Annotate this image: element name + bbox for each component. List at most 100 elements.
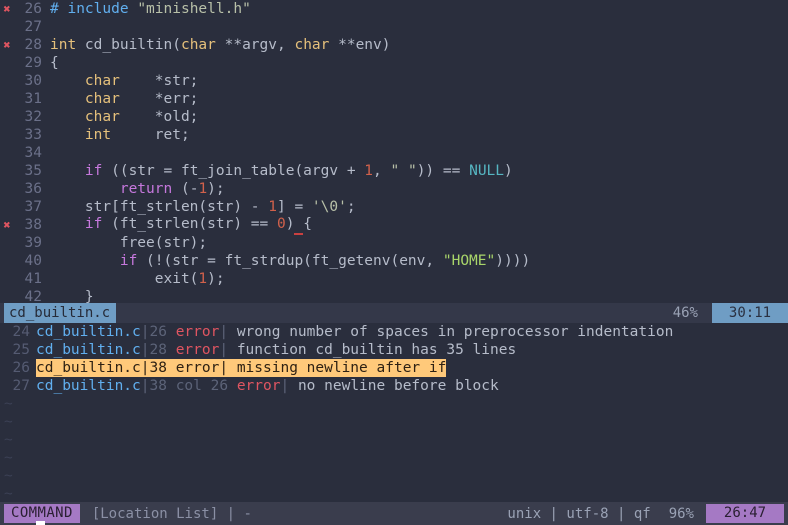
code-text: } [50, 288, 94, 303]
entry-separator-2: | [280, 378, 290, 394]
editor-pane[interactable]: ✖ 26 # include "minishell.h" 27 ✖ 28 int cd_bu… [0, 0, 788, 303]
line-number: 41 [24, 271, 42, 287]
code-token: ); [207, 271, 225, 287]
code-line[interactable]: 36 return (-1); [0, 180, 788, 198]
entry-separator-2: | [219, 360, 229, 376]
entry-separator: | [140, 324, 150, 340]
code-line[interactable]: 31 char *err; [0, 90, 788, 108]
entry-line-number: 28 [149, 342, 167, 358]
code-line[interactable]: 33 int ret; [0, 126, 788, 144]
code-token: ; [346, 199, 356, 215]
empty-line-marker: ~ [4, 396, 13, 412]
entry-line-number: 26 [149, 324, 167, 340]
location-list-item[interactable]: 26 cd_builtin.c|38 error| missing newline… [0, 359, 788, 377]
code-text: # include "minishell.h" [50, 0, 251, 18]
code-line[interactable]: 32 char *old; [0, 108, 788, 126]
error-sign-icon[interactable]: ✖ [0, 216, 14, 234]
location-list-entry-body: cd_builtin.c|38 col 26 error| no newline… [36, 377, 499, 395]
editor-status-line: cd_builtin.c 46% 30:11 [0, 303, 788, 323]
code-token: ) [285, 216, 295, 232]
entry-severity: error [166, 360, 220, 376]
code-text: char *str; [50, 72, 199, 90]
location-list-entry-body: cd_builtin.c|38 error| missing newline a… [36, 359, 447, 377]
entry-severity: error [228, 378, 281, 394]
code-line[interactable]: ✖ 26 # include "minishell.h" [0, 0, 788, 18]
entry-severity: error [166, 324, 220, 340]
entry-col-number: 26 [210, 378, 229, 394]
entry-filename: cd_builtin.c [36, 378, 141, 394]
line-number: 29 [24, 55, 42, 71]
code-token: return [119, 181, 173, 197]
line-number: 36 [24, 181, 42, 197]
code-token: "HOME" [442, 253, 496, 269]
code-token: if [84, 216, 103, 232]
code-token: **env) [329, 37, 391, 53]
code-line[interactable]: 34 [0, 144, 788, 162]
location-list-item[interactable]: 27 cd_builtin.c|38 col 26 error| no newli… [0, 377, 788, 395]
line-number: 39 [24, 235, 42, 251]
code-token: { [303, 216, 312, 232]
bottom-status-bar: COMMAND [Location List] | - unix | utf-8… [0, 502, 788, 525]
entry-message: no newline before block [289, 378, 499, 394]
empty-line-marker: ~ [4, 468, 13, 484]
code-token: "minishell.h" [137, 1, 251, 17]
code-text: int ret; [50, 126, 190, 144]
location-list-item[interactable]: 25 cd_builtin.c|28 error| function cd_bui… [0, 341, 788, 359]
error-sign-icon[interactable]: ✖ [0, 0, 14, 18]
entry-line-number: 38 [149, 360, 167, 376]
bottom-scroll-percent: 96% [668, 505, 694, 522]
code-text: if (ft_strlen(str) == 0) { [50, 215, 312, 235]
location-list-index: 26 [12, 360, 30, 376]
code-token: ] = [276, 199, 312, 215]
code-token: (- [172, 181, 199, 197]
code-token: *str; [119, 73, 199, 89]
code-line[interactable]: ✖ 38 if (ft_strlen(str) == 0) { [0, 215, 788, 235]
location-list-pane[interactable]: 24 cd_builtin.c|26 error| wrong number of… [0, 323, 788, 502]
code-line[interactable]: 37 str[ft_strlen(str) - 1] = '\0'; [0, 198, 788, 216]
code-token: 1 [364, 163, 374, 179]
code-token: free(str); [50, 235, 208, 251]
code-token: 1 [198, 181, 208, 197]
buffer-name-label: [Location List] | - [91, 505, 252, 522]
code-token: str[ft_strlen(str) - [50, 199, 269, 215]
code-line[interactable]: 35 if ((str = ft_join_table(argv + 1, " … [0, 162, 788, 180]
code-token: } [50, 289, 94, 303]
code-line[interactable]: 30 char *str; [0, 72, 788, 90]
file-encoding-info: unix | utf-8 | qf [507, 505, 651, 522]
empty-line-marker: ~ [4, 450, 13, 466]
code-token: NULL [469, 163, 505, 179]
code-line[interactable]: ✖ 28 int cd_builtin(char **argv, char **en… [0, 36, 788, 54]
code-text: if (!(str = ft_strdup(ft_getenv(env, "HO… [50, 252, 530, 270]
code-line[interactable]: 42 } [0, 288, 788, 303]
location-list-index: 27 [12, 378, 30, 394]
code-token: 1 [268, 199, 277, 215]
entry-separator: | [140, 360, 150, 376]
line-number: 37 [24, 199, 42, 215]
code-token: ret; [111, 127, 190, 143]
code-token: ); [207, 181, 225, 197]
code-line[interactable]: 39 free(str); [0, 234, 788, 252]
bottom-cursor-position: 26:47 [706, 504, 784, 523]
code-line[interactable]: 29 { [0, 54, 788, 72]
code-line[interactable]: 40 if (!(str = ft_strdup(ft_getenv(env, … [0, 252, 788, 270]
line-number: 40 [24, 253, 42, 269]
location-list-entry-body: cd_builtin.c|28 error| function cd_built… [36, 341, 516, 359]
code-text: if ((str = ft_join_table(argv + 1, " "))… [50, 162, 513, 180]
code-token: char [294, 37, 330, 53]
code-line[interactable]: 27 [0, 18, 788, 36]
code-token: )) == [416, 163, 470, 179]
code-line[interactable]: 41 exit(1); [0, 270, 788, 288]
entry-message: function cd_builtin has 35 lines [228, 342, 517, 358]
code-token: 1 [198, 271, 208, 287]
status-filename[interactable]: cd_builtin.c [4, 303, 117, 323]
line-number: 35 [24, 163, 42, 179]
entry-separator-2: | [219, 342, 229, 358]
location-list-index: 25 [12, 342, 30, 358]
error-sign-icon[interactable]: ✖ [0, 36, 14, 54]
location-list-item[interactable]: 24 cd_builtin.c|26 error| wrong number of… [0, 323, 788, 341]
line-number: 33 [24, 127, 42, 143]
